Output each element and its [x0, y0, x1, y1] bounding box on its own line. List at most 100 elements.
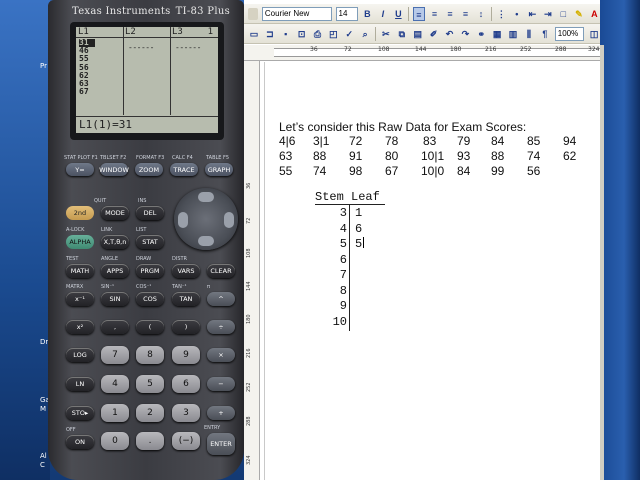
toolbar-separator — [490, 6, 492, 21]
right-paren-key[interactable]: ) — [172, 320, 200, 334]
read-icon[interactable]: ◫ — [588, 27, 600, 41]
digit-3-key[interactable]: 3 — [172, 404, 200, 422]
zoom-key[interactable]: ZOOM — [135, 163, 163, 176]
digit-6-key[interactable]: 6 — [172, 375, 200, 393]
align-left-button[interactable]: ≡ — [412, 6, 425, 21]
save-icon[interactable]: ▪ — [280, 27, 292, 41]
show-hide-icon[interactable]: ¶ — [539, 27, 551, 41]
paste-icon[interactable]: ▤ — [412, 27, 424, 41]
digit-9-key[interactable]: 9 — [172, 346, 200, 364]
desktop-icon-label[interactable]: M — [40, 405, 46, 413]
zoom-dropdown[interactable]: 100% — [554, 26, 585, 41]
undo-icon[interactable]: ↶ — [444, 27, 456, 41]
alpha-key[interactable]: ALPHA — [66, 235, 94, 249]
math-key[interactable]: MATH — [66, 264, 94, 278]
font-size-dropdown[interactable]: 14 — [335, 6, 358, 21]
print-icon[interactable]: ⎙ — [312, 27, 324, 41]
underline-button[interactable]: U — [393, 7, 405, 21]
increase-indent-button[interactable]: ⇥ — [542, 7, 554, 21]
copy-icon[interactable]: ⧉ — [396, 27, 408, 41]
border-button[interactable]: □ — [558, 7, 570, 21]
digit-4-key[interactable]: 4 — [101, 375, 129, 393]
del-key[interactable]: DEL — [136, 206, 164, 220]
arrow-up-key[interactable] — [198, 192, 214, 202]
inverse-key[interactable]: x⁻¹ — [66, 292, 94, 306]
highlight-button[interactable]: ✎ — [573, 7, 585, 21]
multiply-key[interactable]: × — [207, 348, 235, 362]
arrow-right-key[interactable] — [224, 212, 234, 228]
decimal-key[interactable]: . — [136, 432, 164, 450]
subtract-key[interactable]: − — [207, 377, 235, 391]
new-document-icon[interactable]: ▭ — [248, 27, 260, 41]
arrow-down-key[interactable] — [198, 236, 214, 246]
on-key[interactable]: ON — [66, 435, 94, 449]
document-page[interactable]: Let’s consider this Raw Data for Exam Sc… — [264, 62, 600, 480]
digit-2-key[interactable]: 2 — [136, 404, 164, 422]
left-paren-key[interactable]: ( — [136, 320, 164, 334]
apps-key[interactable]: APPS — [101, 264, 129, 278]
digit-1-key[interactable]: 1 — [101, 404, 129, 422]
cos-key[interactable]: COS — [136, 292, 164, 306]
divide-key[interactable]: ÷ — [207, 320, 235, 334]
store-key[interactable]: STO▸ — [66, 406, 94, 420]
negative-key[interactable]: (−) — [172, 432, 200, 450]
font-name-dropdown[interactable]: Courier New — [261, 6, 332, 21]
square-key[interactable]: x² — [66, 320, 94, 334]
vertical-scrollbar[interactable] — [600, 45, 604, 480]
xttn-key[interactable]: X,T,θ,n — [101, 235, 129, 249]
columns-icon[interactable]: ⫼ — [523, 27, 535, 41]
y-equals-key[interactable]: Y= — [66, 163, 94, 176]
research-icon[interactable]: ⌕ — [359, 27, 371, 41]
trace-key[interactable]: TRACE — [170, 163, 198, 176]
digit-5-key[interactable]: 5 — [136, 375, 164, 393]
justify-button[interactable]: ≡ — [460, 7, 472, 21]
numbering-button[interactable]: ⋮ — [496, 7, 508, 21]
digit-7-key[interactable]: 7 — [101, 346, 129, 364]
graph-key[interactable]: GRAPH — [205, 163, 233, 176]
arrow-keypad[interactable] — [174, 188, 238, 250]
second-key[interactable]: 2nd — [66, 206, 94, 220]
hyperlink-icon[interactable]: ⚭ — [475, 27, 487, 41]
desktop-icon-label[interactable]: Pr — [40, 62, 47, 70]
arrow-left-key[interactable] — [178, 212, 188, 228]
tan-key[interactable]: TAN — [172, 292, 200, 306]
sin-key[interactable]: SIN — [101, 292, 129, 306]
decrease-indent-button[interactable]: ⇤ — [527, 7, 539, 21]
log-key[interactable]: LOG — [66, 348, 94, 362]
desktop-icon-label[interactable]: Al — [40, 452, 47, 460]
spelling-icon[interactable]: ✓ — [343, 27, 355, 41]
clear-key[interactable]: CLEAR — [207, 264, 235, 278]
cut-icon[interactable]: ✂ — [380, 27, 392, 41]
window-key[interactable]: WINDOW — [99, 163, 129, 176]
vertical-ruler[interactable]: 36 72 108 144 180 216 252 288 324 — [244, 61, 260, 480]
italic-button[interactable]: I — [377, 7, 389, 21]
stem-value: 9 — [339, 299, 347, 313]
open-folder-icon[interactable]: ⊐ — [264, 27, 276, 41]
horizontal-ruler[interactable]: 36 72 108 144 180 216 252 288 324 — [244, 45, 600, 61]
align-center-button[interactable]: ≡ — [429, 7, 441, 21]
comma-key[interactable]: , — [101, 320, 129, 334]
add-key[interactable]: + — [207, 406, 235, 420]
stat-key[interactable]: STAT — [136, 235, 164, 249]
align-right-button[interactable]: ≡ — [444, 7, 456, 21]
power-key[interactable]: ^ — [207, 292, 235, 306]
digit-0-key[interactable]: 0 — [101, 432, 129, 450]
permission-icon[interactable]: ⊡ — [296, 27, 308, 41]
mode-key[interactable]: MODE — [101, 206, 129, 220]
ln-key[interactable]: LN — [66, 377, 94, 391]
print-preview-icon[interactable]: ◰ — [327, 27, 339, 41]
document-heading: Let’s consider this Raw Data for Exam Sc… — [279, 120, 527, 134]
table-icon[interactable]: ▦ — [491, 27, 503, 41]
digit-8-key[interactable]: 8 — [136, 346, 164, 364]
bullets-button[interactable]: • — [511, 7, 523, 21]
bold-button[interactable]: B — [362, 7, 374, 21]
font-color-button[interactable]: A — [589, 7, 601, 21]
redo-icon[interactable]: ↷ — [459, 27, 471, 41]
desktop-icon-label[interactable]: C — [40, 461, 45, 469]
format-painter-icon[interactable]: ✐ — [428, 27, 440, 41]
vars-key[interactable]: VARS — [172, 264, 200, 278]
line-spacing-button[interactable]: ↕ — [475, 7, 487, 21]
insert-table-icon[interactable]: ▥ — [507, 27, 519, 41]
prgm-key[interactable]: PRGM — [136, 264, 164, 278]
enter-key[interactable]: ENTER — [207, 433, 235, 455]
